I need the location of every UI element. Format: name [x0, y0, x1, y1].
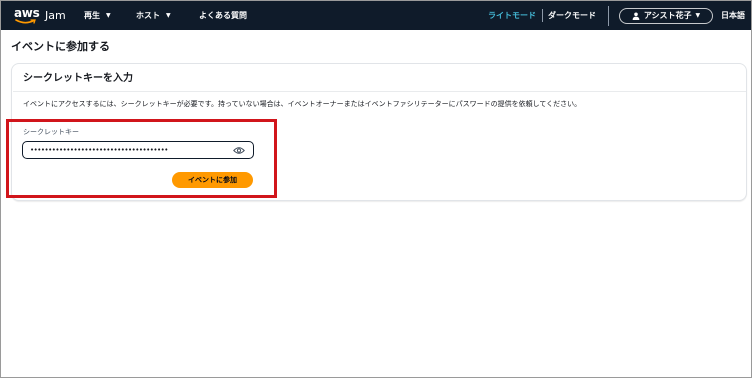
nav-menu-play[interactable]: 再生 ▼: [84, 10, 111, 21]
aws-logo[interactable]: aws: [14, 6, 40, 26]
nav-menu-faq[interactable]: よくある質問: [199, 10, 247, 21]
app-name[interactable]: Jam: [45, 9, 66, 22]
dark-mode-toggle[interactable]: ダークモード: [548, 10, 596, 21]
eye-icon[interactable]: [233, 146, 245, 155]
nav-menu-faq-label: よくある質問: [199, 11, 247, 20]
secret-key-input[interactable]: ••••••••••••••••••••••••••••••••••••••: [22, 141, 254, 159]
page-title: イベントに参加する: [11, 40, 110, 53]
nav-menu-host-label: ホスト: [136, 11, 160, 20]
nav-menu-play-label: 再生: [84, 11, 100, 20]
user-name: アシスト花子: [643, 11, 692, 20]
top-navigation: aws Jam 再生 ▼ ホスト ▼ よくある質問 ライトモード ダークモード …: [1, 1, 751, 30]
nav-divider: [608, 6, 609, 26]
nav-menu-host[interactable]: ホスト ▼: [136, 10, 171, 21]
theme-divider: [542, 9, 543, 22]
caret-down-icon: ▼: [106, 11, 111, 19]
aws-smile-icon: [15, 19, 36, 24]
language-selector[interactable]: 日本語: [721, 10, 745, 21]
secret-key-label: シークレットキー: [23, 128, 79, 136]
join-event-button[interactable]: イベントに参加: [172, 172, 253, 188]
user-icon: [632, 12, 640, 20]
aws-logo-text: aws: [14, 6, 40, 20]
secret-key-value: ••••••••••••••••••••••••••••••••••••••: [30, 146, 168, 154]
card-divider: [13, 91, 746, 92]
caret-down-icon: ▼: [166, 11, 171, 19]
user-menu-button[interactable]: アシスト花子 ▼: [619, 8, 713, 24]
light-mode-toggle[interactable]: ライトモード: [488, 10, 536, 21]
card-description: イベントにアクセスするには、シークレットキーが必要です。持っていない場合は、イベ…: [23, 100, 582, 108]
caret-down-icon: ▼: [695, 12, 701, 19]
card-title: シークレットキーを入力: [23, 73, 133, 84]
